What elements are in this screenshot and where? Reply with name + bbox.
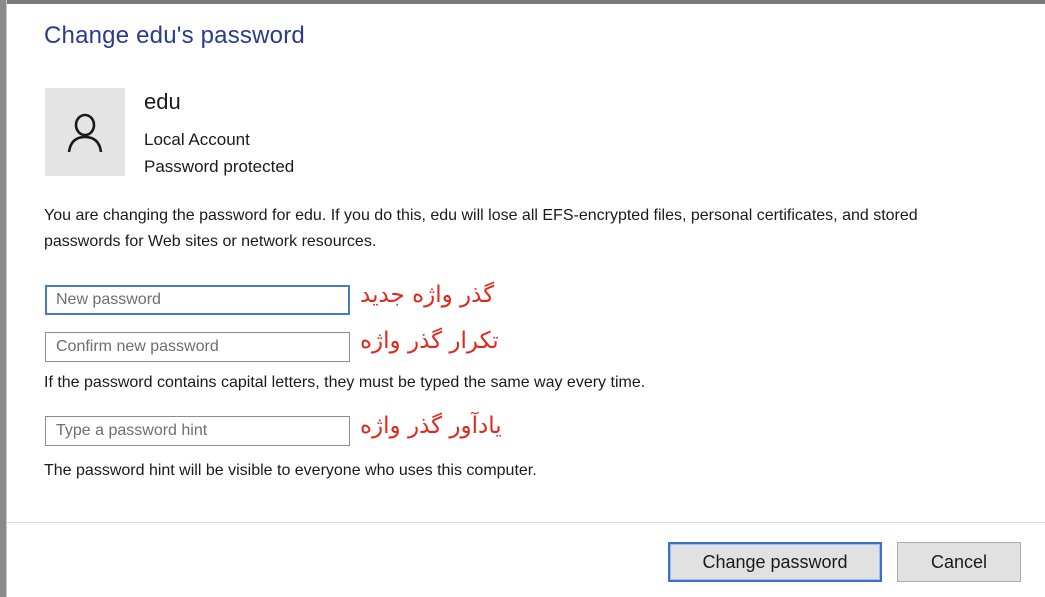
account-name: edu [144, 89, 181, 114]
account-avatar [45, 88, 125, 176]
hint-visibility-note: The password hint will be visible to eve… [44, 462, 537, 479]
footer-divider [7, 522, 1045, 523]
account-status: Password protected [144, 157, 295, 176]
confirm-password-annotation: تکرار گذر واژه [360, 328, 499, 354]
window-top-border [0, 0, 1045, 4]
confirm-password-field[interactable] [45, 332, 350, 362]
cancel-button[interactable]: Cancel [897, 542, 1021, 582]
password-hint-annotation: یادآور گذر واژه [360, 413, 502, 439]
new-password-annotation: گذر واژه جدید [360, 282, 495, 308]
account-type: Local Account [144, 130, 250, 149]
window-left-edge [6, 0, 7, 597]
change-password-button[interactable]: Change password [668, 542, 882, 582]
new-password-field[interactable] [45, 285, 350, 315]
dialog-title: Change edu's password [44, 22, 305, 49]
capitals-note: If the password contains capital letters… [44, 374, 646, 391]
warning-text: You are changing the password for edu. I… [44, 207, 918, 250]
user-icon [67, 113, 103, 153]
password-hint-field[interactable] [45, 416, 350, 446]
